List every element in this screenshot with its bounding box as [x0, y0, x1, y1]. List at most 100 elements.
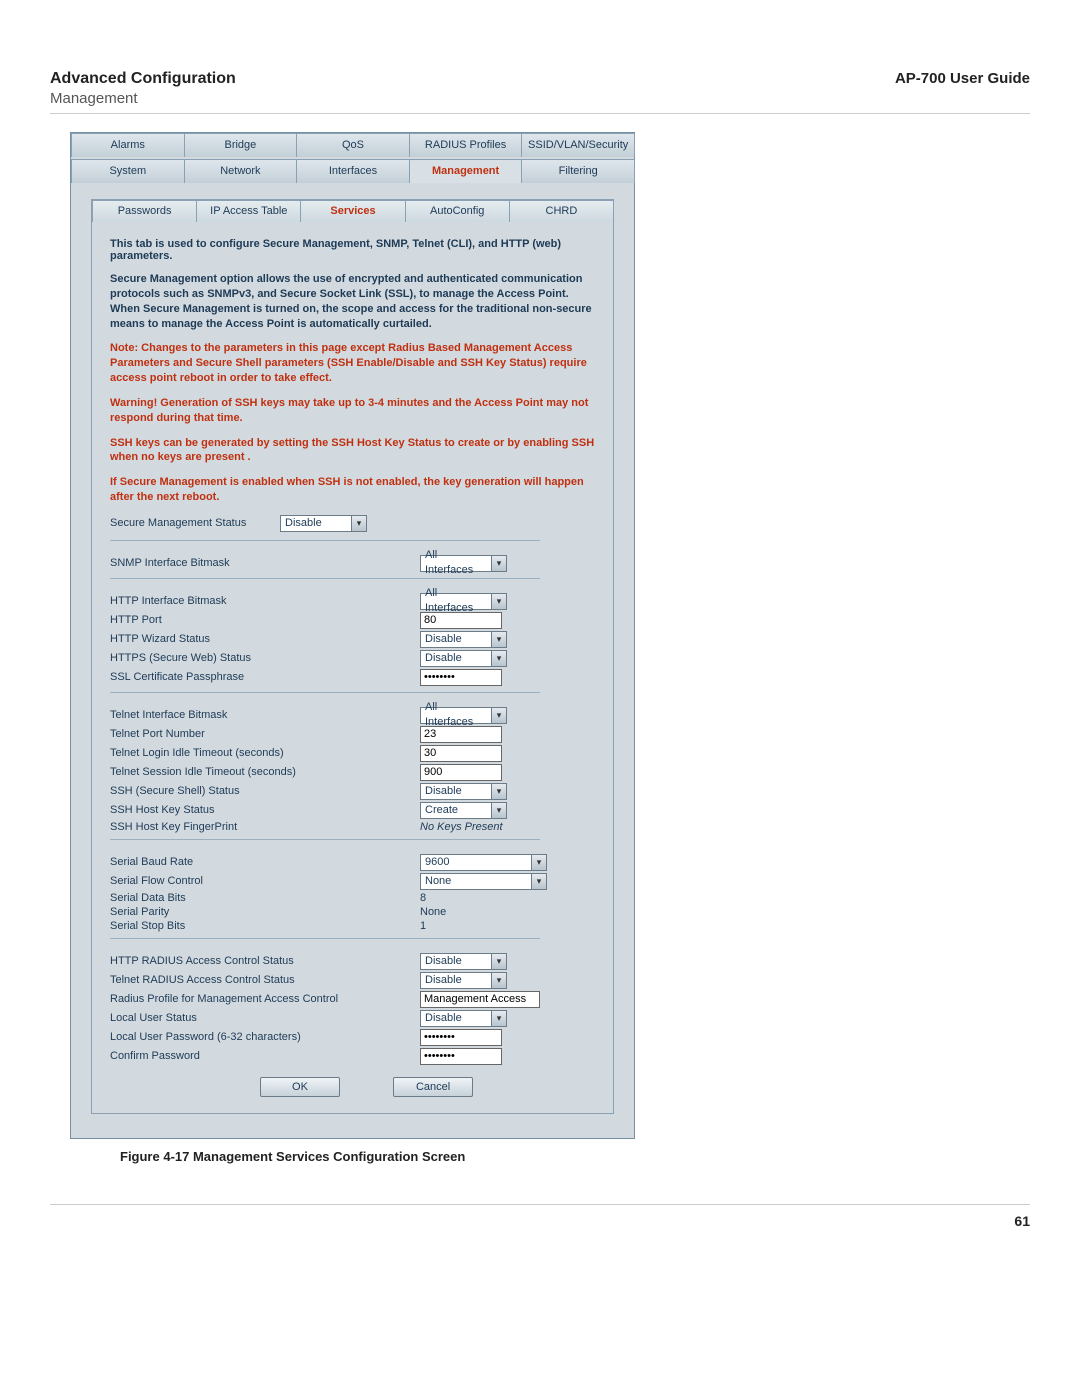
tab-bridge[interactable]: Bridge	[184, 133, 298, 157]
http-radius-value: Disable	[421, 954, 491, 969]
telnet-bitmask-label: Telnet Interface Bitmask	[110, 709, 420, 721]
confirm-pwd-label: Confirm Password	[110, 1050, 420, 1062]
confirm-pwd-input[interactable]	[420, 1048, 502, 1065]
subtab-chrd[interactable]: CHRD	[509, 200, 614, 222]
https-value: Disable	[421, 651, 491, 666]
tab-qos[interactable]: QoS	[296, 133, 410, 157]
divider	[110, 540, 540, 541]
ssh-status-label: SSH (Secure Shell) Status	[110, 785, 420, 797]
telnet-radius-label: Telnet RADIUS Access Control Status	[110, 974, 420, 986]
http-radius-select[interactable]: Disable ▾	[420, 953, 507, 970]
https-label: HTTPS (Secure Web) Status	[110, 652, 420, 664]
warn-secure-mgmt: If Secure Management is enabled when SSH…	[110, 475, 597, 505]
http-bitmask-select[interactable]: All Interfaces ▾	[420, 593, 507, 610]
telnet-radius-select[interactable]: Disable ▾	[420, 972, 507, 989]
https-select[interactable]: Disable ▾	[420, 650, 507, 667]
chevron-down-icon: ▾	[491, 1011, 506, 1026]
intro-text: This tab is used to configure Secure Man…	[110, 238, 597, 262]
local-user-status-label: Local User Status	[110, 1012, 420, 1024]
serial-flow-value: None	[421, 874, 531, 889]
local-user-status-select[interactable]: Disable ▾	[420, 1010, 507, 1027]
serial-baud-label: Serial Baud Rate	[110, 856, 420, 868]
config-screenshot: Alarms Bridge QoS RADIUS Profiles SSID/V…	[70, 132, 635, 1139]
subtab-passwords[interactable]: Passwords	[92, 200, 197, 222]
serial-parity-label: Serial Parity	[110, 906, 420, 918]
subtab-services[interactable]: Services	[300, 200, 405, 222]
warn-ssh-keys: Warning! Generation of SSH keys may take…	[110, 396, 597, 426]
serial-data-bits-label: Serial Data Bits	[110, 892, 420, 904]
tab-ssid-vlan-security[interactable]: SSID/VLAN/Security	[521, 133, 635, 157]
subtab-autoconfig[interactable]: AutoConfig	[405, 200, 510, 222]
local-user-pwd-input[interactable]	[420, 1029, 502, 1046]
ssh-fingerprint-value: No Keys Present	[420, 821, 503, 833]
snmp-bitmask-value: All Interfaces	[421, 548, 491, 578]
tab-network[interactable]: Network	[184, 159, 298, 183]
serial-parity-value: None	[420, 906, 446, 918]
telnet-login-timeout-label: Telnet Login Idle Timeout (seconds)	[110, 747, 420, 759]
tab-management[interactable]: Management	[409, 159, 523, 183]
telnet-session-timeout-input[interactable]	[420, 764, 502, 781]
chevron-down-icon: ▾	[491, 594, 506, 609]
serial-baud-value: 9600	[421, 855, 531, 870]
ssl-pass-label: SSL Certificate Passphrase	[110, 671, 420, 683]
ssl-pass-input[interactable]	[420, 669, 502, 686]
ssh-status-value: Disable	[421, 784, 491, 799]
page-header: Advanced Configuration Management AP-700…	[50, 70, 1030, 114]
serial-stop-bits-value: 1	[420, 920, 426, 932]
divider	[110, 839, 540, 840]
serial-flow-label: Serial Flow Control	[110, 875, 420, 887]
snmp-bitmask-label: SNMP Interface Bitmask	[110, 557, 420, 569]
secure-mgmt-status-select[interactable]: Disable ▾	[280, 515, 367, 532]
subtab-ip-access-table[interactable]: IP Access Table	[196, 200, 301, 222]
chevron-down-icon: ▾	[491, 632, 506, 647]
secure-mgmt-status-label: Secure Management Status	[110, 517, 280, 529]
tab-filtering[interactable]: Filtering	[521, 159, 635, 183]
chevron-down-icon: ▾	[491, 803, 506, 818]
secure-mgmt-desc: Secure Management option allows the use …	[110, 272, 597, 331]
chevron-down-icon: ▾	[491, 954, 506, 969]
telnet-port-input[interactable]	[420, 726, 502, 743]
cancel-button[interactable]: Cancel	[393, 1077, 473, 1097]
chevron-down-icon: ▾	[351, 516, 366, 531]
chevron-down-icon: ▾	[491, 973, 506, 988]
tab-alarms[interactable]: Alarms	[71, 133, 185, 157]
chevron-down-icon: ▾	[491, 784, 506, 799]
serial-stop-bits-label: Serial Stop Bits	[110, 920, 420, 932]
radius-profile-label: Radius Profile for Management Access Con…	[110, 993, 420, 1005]
telnet-session-timeout-label: Telnet Session Idle Timeout (seconds)	[110, 766, 420, 778]
figure-caption: Figure 4-17 Management Services Configur…	[120, 1149, 1030, 1164]
warn-ssh-generate: SSH keys can be generated by setting the…	[110, 436, 597, 466]
ssh-host-key-value: Create	[421, 803, 491, 818]
serial-baud-select[interactable]: 9600 ▾	[420, 854, 547, 871]
subtab-row: Passwords IP Access Table Services AutoC…	[92, 200, 613, 222]
ssh-status-select[interactable]: Disable ▾	[420, 783, 507, 800]
local-user-status-value: Disable	[421, 1011, 491, 1026]
tab-radius-profiles[interactable]: RADIUS Profiles	[409, 133, 523, 157]
ssh-fingerprint-label: SSH Host Key FingerPrint	[110, 821, 420, 833]
http-radius-label: HTTP RADIUS Access Control Status	[110, 955, 420, 967]
radius-profile-input[interactable]	[420, 991, 540, 1008]
http-port-label: HTTP Port	[110, 614, 420, 626]
guide-name: AP-700 User Guide	[895, 70, 1030, 107]
telnet-login-timeout-input[interactable]	[420, 745, 502, 762]
tab-row-top: Alarms Bridge QoS RADIUS Profiles SSID/V…	[71, 133, 634, 157]
divider	[110, 692, 540, 693]
ssh-host-key-label: SSH Host Key Status	[110, 804, 420, 816]
http-port-input[interactable]	[420, 612, 502, 629]
http-bitmask-label: HTTP Interface Bitmask	[110, 595, 420, 607]
tab-row-sub: System Network Interfaces Management Fil…	[71, 159, 634, 183]
doc-subtitle: Management	[50, 90, 236, 107]
tab-interfaces[interactable]: Interfaces	[296, 159, 410, 183]
snmp-bitmask-select[interactable]: All Interfaces ▾	[420, 555, 507, 572]
http-wizard-value: Disable	[421, 632, 491, 647]
serial-data-bits-value: 8	[420, 892, 426, 904]
serial-flow-select[interactable]: None ▾	[420, 873, 547, 890]
note-text: Note: Changes to the parameters in this …	[110, 341, 597, 386]
ssh-host-key-select[interactable]: Create ▾	[420, 802, 507, 819]
http-wizard-label: HTTP Wizard Status	[110, 633, 420, 645]
tab-system[interactable]: System	[71, 159, 185, 183]
telnet-bitmask-select[interactable]: All Interfaces ▾	[420, 707, 507, 724]
http-wizard-select[interactable]: Disable ▾	[420, 631, 507, 648]
ok-button[interactable]: OK	[260, 1077, 340, 1097]
page-number: 61	[50, 1204, 1030, 1229]
